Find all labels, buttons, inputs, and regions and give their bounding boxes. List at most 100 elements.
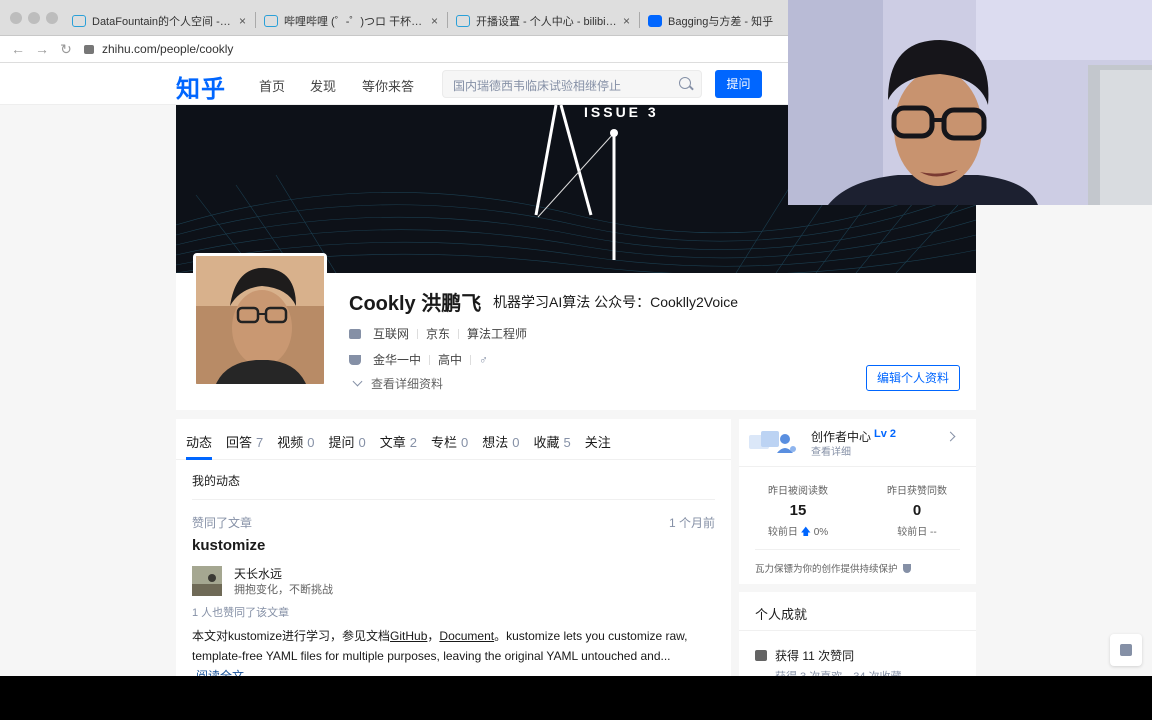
achievement-favorites: 获得 3 次喜欢，34 次收藏 xyxy=(775,668,902,676)
forward-arrow-icon[interactable]: → xyxy=(30,41,54,57)
window-minimize-button[interactable] xyxy=(28,12,40,24)
tab-count: 5 xyxy=(563,435,571,450)
ask-button[interactable]: 提问 xyxy=(715,70,762,98)
tab-count: 0 xyxy=(512,435,520,450)
tab-close-icon[interactable]: × xyxy=(239,14,246,28)
browser-tab[interactable]: 哔哩哔哩 (゜-゜)つロ 干杯~-bili × xyxy=(256,6,446,36)
creator-level-badge: Lv 2 xyxy=(874,428,897,440)
bilibili-icon xyxy=(456,15,470,27)
creator-illustration xyxy=(747,427,799,457)
nav-discover[interactable]: 发现 xyxy=(310,76,336,95)
search-placeholder: 国内瑞德西韦临床试验相继停止 xyxy=(453,79,622,93)
message-icon xyxy=(1120,644,1132,656)
nav-home[interactable]: 首页 xyxy=(259,76,285,95)
tab-title: DataFountain的个人空间 - 哔哩 xyxy=(92,16,233,28)
read-more-link[interactable]: 阅读全文 ⌄ xyxy=(196,667,257,676)
window-close-button[interactable] xyxy=(10,12,22,24)
stat-compare: 较前日 -- xyxy=(862,523,972,538)
divider xyxy=(458,328,460,339)
tab-answers[interactable]: 回答 7 xyxy=(226,419,263,459)
tab-title: Bagging与方差 - 知乎 xyxy=(668,16,774,28)
edit-profile-button[interactable]: 编辑个人资料 xyxy=(866,365,960,391)
tab-label: 视频 xyxy=(277,435,304,450)
tab-count: 0 xyxy=(358,435,366,450)
github-link[interactable]: GitHub xyxy=(390,629,427,643)
floating-message-button[interactable] xyxy=(1110,634,1142,666)
tab-label: 回答 xyxy=(226,435,253,450)
briefcase-icon xyxy=(349,328,361,339)
school: 金华一中 xyxy=(373,353,422,367)
tab-questions[interactable]: 提问 0 xyxy=(329,419,366,459)
webcam-video xyxy=(788,0,1152,205)
tab-title: 开播设置 - 个人中心 - bilibili lin xyxy=(476,16,617,28)
tab-articles[interactable]: 文章 2 xyxy=(380,419,417,459)
tab-close-icon[interactable]: × xyxy=(623,14,630,28)
tab-count: 2 xyxy=(409,435,418,450)
stat-value: 15 xyxy=(789,502,807,519)
tab-label: 提问 xyxy=(328,435,355,450)
tab-count: 0 xyxy=(461,435,469,450)
education-level: 高中 xyxy=(438,353,463,367)
shield-icon xyxy=(903,564,912,573)
activity-time: 1 个月前 xyxy=(668,516,715,530)
divider xyxy=(470,354,472,365)
reload-icon[interactable]: ↻ xyxy=(54,41,78,58)
author-bio: 拥抱变化，不断挑战 xyxy=(234,584,333,596)
avatar[interactable] xyxy=(193,253,327,387)
tab-count: 0 xyxy=(307,435,315,450)
divider xyxy=(417,328,419,339)
nav-waiting-answers[interactable]: 等你来答 xyxy=(362,76,414,95)
back-arrow-icon[interactable]: ← xyxy=(6,41,30,57)
view-details-link[interactable]: 查看详细资料 xyxy=(352,375,443,392)
thumbs-up-icon xyxy=(755,650,767,661)
achievement-likes: 获得 11 次赞同 xyxy=(755,647,854,664)
tab-collections[interactable]: 收藏 5 xyxy=(534,419,571,459)
chevron-down-icon xyxy=(352,376,363,387)
tab-label: 想法 xyxy=(482,435,509,450)
section-title: 我的动态 xyxy=(192,474,241,488)
excerpt-text: 本文对kustomize进行学习，参见文档 xyxy=(192,629,391,643)
avatar-photo xyxy=(196,256,324,384)
browser-tab-active[interactable]: Bagging与方差 - 知乎 xyxy=(640,6,788,36)
compare-label: 较前日 xyxy=(897,527,928,538)
author-avatar[interactable] xyxy=(192,566,222,596)
chevron-right-icon[interactable] xyxy=(945,431,956,442)
arrow-up-icon: 🡅 xyxy=(800,527,811,538)
document-link[interactable]: Document xyxy=(439,629,494,643)
lock-icon xyxy=(84,44,94,54)
search-input[interactable]: 国内瑞德西韦临床试验相继停止 xyxy=(442,70,702,98)
tab-thoughts[interactable]: 想法 0 xyxy=(482,419,519,459)
window-zoom-button[interactable] xyxy=(46,12,58,24)
tab-columns[interactable]: 专栏 0 xyxy=(431,419,468,459)
url-field[interactable]: zhihu.com/people/cookly xyxy=(102,42,233,56)
zhihu-logo[interactable]: 知乎 xyxy=(176,69,226,104)
divider xyxy=(429,354,431,365)
protection-text: 瓦力保镖为你的创作提供持续保护 xyxy=(755,564,898,575)
excerpt-text: ， xyxy=(427,629,440,643)
likes-count[interactable]: 1 人也赞同了该文章 xyxy=(192,604,289,620)
activity-feed: 动态 回答 7 视频 0 提问 0 文章 2 专栏 0 想法 0 收藏 5 关注 我的动态 赞… xyxy=(176,419,731,676)
search-icon[interactable] xyxy=(679,77,691,89)
compare-label: 较前日 xyxy=(767,527,798,538)
browser-viewport: DataFountain的个人空间 - 哔哩 × 哔哩哔哩 (゜-゜)つロ 干杯… xyxy=(0,0,1152,676)
browser-tab[interactable]: DataFountain的个人空间 - 哔哩 × xyxy=(64,6,254,36)
tab-following[interactable]: 关注 xyxy=(585,419,611,459)
tab-label: 动态 xyxy=(186,435,213,450)
article-title[interactable]: kustomize xyxy=(192,537,265,554)
tab-activity[interactable]: 动态 xyxy=(186,419,213,460)
protection-notice[interactable]: 瓦力保镖为你的创作提供持续保护 xyxy=(755,561,912,575)
reads-stat: 昨日被阅读数 15 较前日 🡅 0% xyxy=(743,482,853,542)
stat-label: 昨日被阅读数 xyxy=(768,486,828,497)
gender-male-icon: ♂ xyxy=(479,352,489,367)
address-bar: ← → ↻ zhihu.com/people/cookly xyxy=(0,36,788,63)
author-name[interactable]: 天长水远 xyxy=(234,565,282,582)
article-excerpt[interactable]: 本文对kustomize进行学习，参见文档GitHub，Document。kus… xyxy=(192,626,717,666)
creator-center-card: 创作者中心 Lv 2 查看详细 昨日被阅读数 15 较前日 🡅 0% 昨日获赞同… xyxy=(739,419,976,584)
creator-details-link[interactable]: 查看详细 xyxy=(811,443,851,458)
divider xyxy=(739,630,976,631)
tab-close-icon[interactable]: × xyxy=(431,14,438,28)
cover-issue-text: ISSUE 3 xyxy=(584,105,659,120)
tab-videos[interactable]: 视频 0 xyxy=(277,419,314,459)
compare-value: 0% xyxy=(813,527,829,538)
browser-tab[interactable]: 开播设置 - 个人中心 - bilibili lin × xyxy=(448,6,638,36)
